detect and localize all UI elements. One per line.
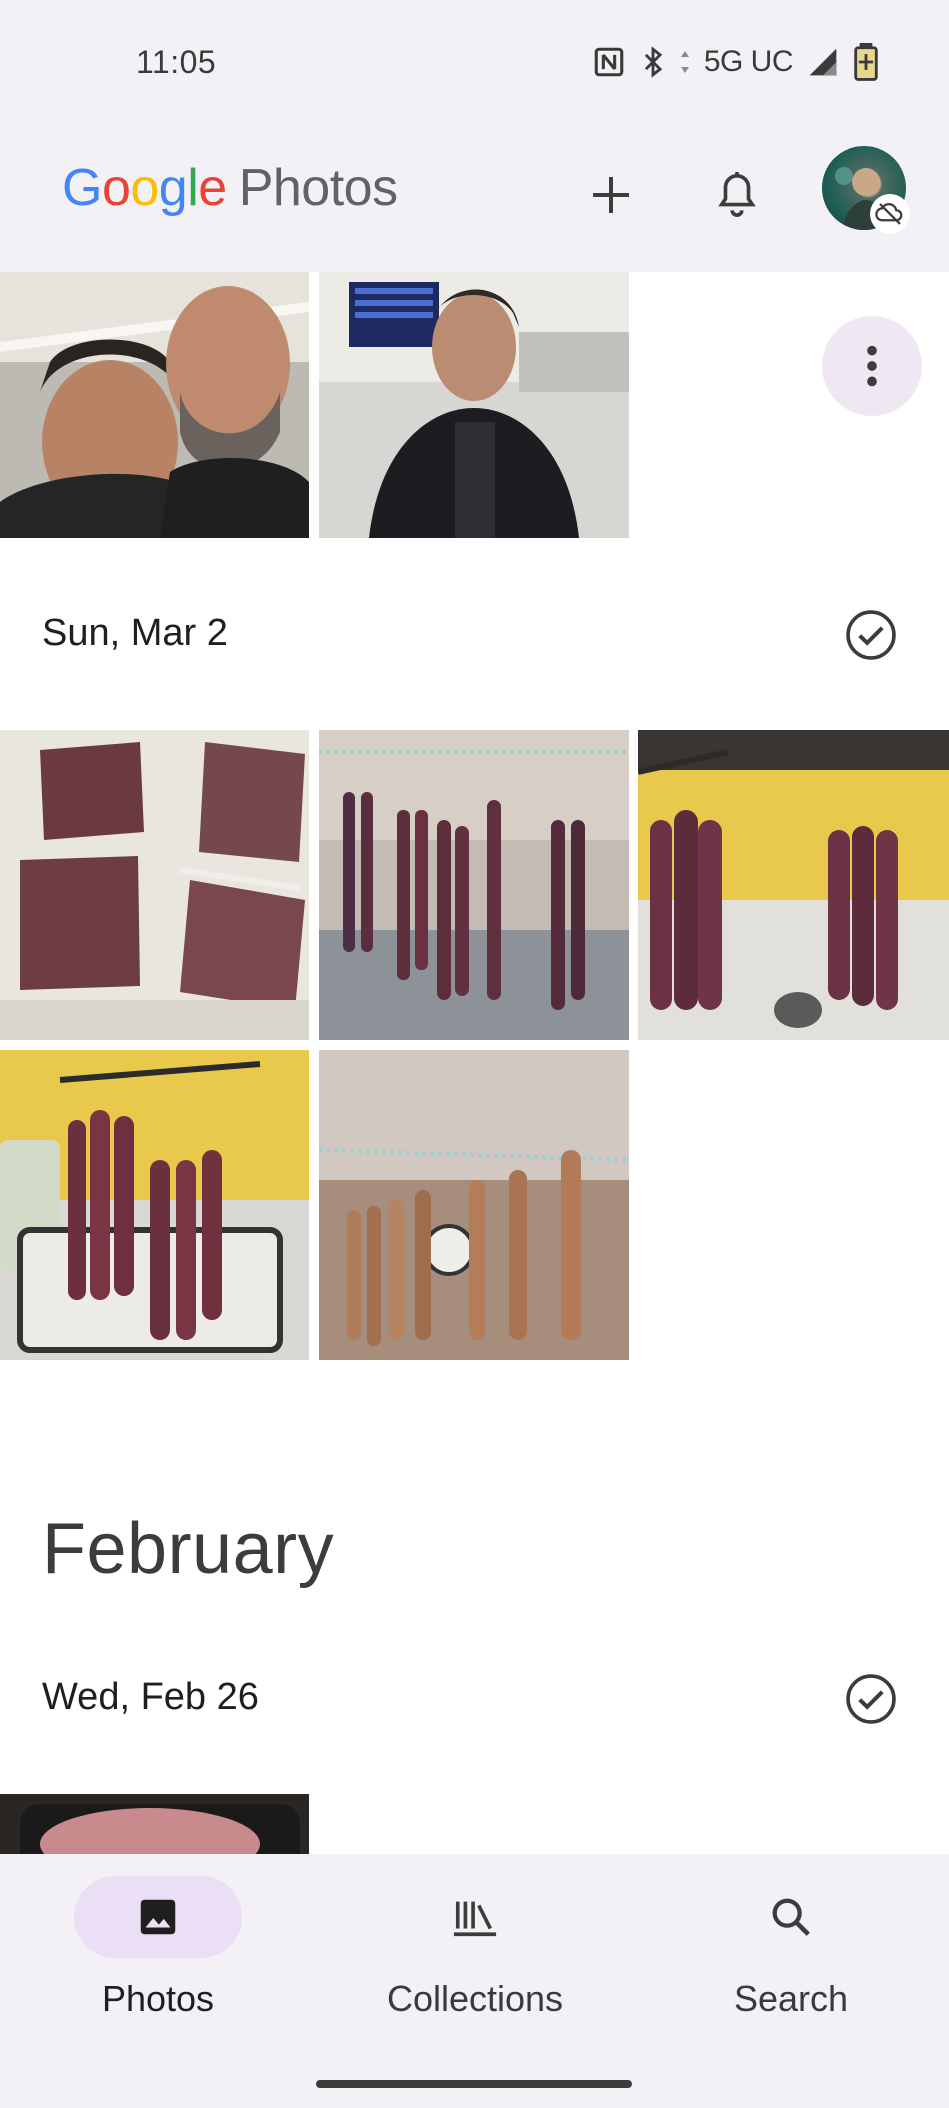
photo-grid: Sun, Mar 2 February Wed, Feb 26 bbox=[0, 272, 949, 1854]
logo-letter: g bbox=[158, 159, 188, 217]
select-all-check-icon[interactable] bbox=[844, 608, 898, 662]
photo-thumbnail[interactable] bbox=[0, 272, 309, 538]
data-arrows-icon bbox=[680, 49, 690, 75]
nav-indicator bbox=[391, 1876, 559, 1958]
collections-icon bbox=[453, 1901, 497, 1937]
nav-label: Search bbox=[733, 1978, 849, 2019]
backup-off-icon bbox=[870, 194, 910, 234]
date-label: Sun, Mar 2 bbox=[42, 612, 228, 654]
photo-thumbnail[interactable] bbox=[0, 1794, 309, 1854]
status-time: 11:05 bbox=[136, 44, 217, 80]
nav-label: Collections bbox=[386, 1978, 564, 2019]
status-bar: 11:05 5G UC bbox=[0, 0, 949, 128]
bottom-navigation: Photos Collections Search bbox=[0, 1854, 949, 2108]
logo-suffix: Photos bbox=[238, 159, 398, 217]
date-header: Wed, Feb 26 bbox=[0, 1654, 949, 1742]
photo-icon bbox=[140, 1899, 176, 1935]
logo-letter: G bbox=[62, 159, 102, 217]
photo-thumbnail[interactable] bbox=[0, 1050, 309, 1360]
network-type: 5G UC bbox=[703, 45, 794, 78]
photo-thumbnail[interactable] bbox=[319, 1050, 629, 1360]
home-indicator[interactable] bbox=[316, 2080, 632, 2088]
date-label: Wed, Feb 26 bbox=[42, 1676, 259, 1718]
date-header: Sun, Mar 2 bbox=[0, 590, 949, 678]
photo-thumbnail[interactable] bbox=[319, 272, 629, 538]
top-bar: 11:05 5G UC Google Photos bbox=[0, 0, 949, 272]
app-bar: Google Photos bbox=[0, 128, 949, 272]
notifications-bell-icon bbox=[718, 172, 756, 217]
more-options-button[interactable] bbox=[822, 316, 922, 416]
photo-thumbnail[interactable] bbox=[638, 730, 949, 1040]
month-heading: February bbox=[42, 1509, 335, 1589]
bluetooth-icon bbox=[640, 45, 666, 79]
add-icon bbox=[593, 177, 629, 213]
nav-active-indicator bbox=[74, 1876, 242, 1958]
signal-icon bbox=[807, 46, 839, 78]
nav-indicator bbox=[707, 1876, 875, 1958]
nav-collections[interactable]: Collections bbox=[355, 1876, 595, 2026]
logo-letter: l bbox=[187, 159, 199, 217]
logo-letter: e bbox=[198, 159, 227, 217]
battery-charging-icon bbox=[853, 43, 879, 81]
photo-thumbnail[interactable] bbox=[319, 730, 629, 1040]
more-vert-icon bbox=[867, 345, 877, 387]
nfc-icon bbox=[592, 45, 626, 79]
photo-thumbnail[interactable] bbox=[0, 730, 309, 1040]
notifications-button[interactable] bbox=[700, 158, 774, 232]
nav-label: Photos bbox=[101, 1978, 215, 2019]
add-button[interactable] bbox=[574, 158, 648, 232]
status-icons: 5G UC bbox=[592, 40, 879, 84]
logo-letter: o bbox=[101, 159, 131, 217]
select-all-check-icon[interactable] bbox=[844, 1672, 898, 1726]
nav-photos[interactable]: Photos bbox=[38, 1876, 278, 2026]
nav-search[interactable]: Search bbox=[671, 1876, 911, 2026]
search-icon bbox=[772, 1898, 810, 1936]
logo-letter: o bbox=[130, 159, 159, 217]
google-photos-logo[interactable]: Google Photos bbox=[62, 158, 398, 218]
